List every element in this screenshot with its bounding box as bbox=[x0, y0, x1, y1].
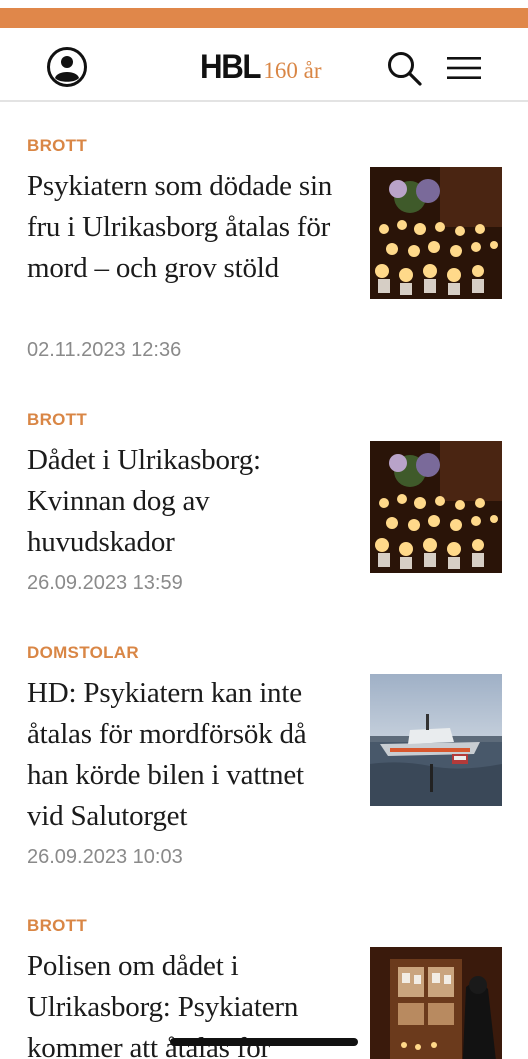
article-thumbnail[interactable] bbox=[370, 674, 502, 806]
article-card[interactable]: BROTT Polisen om dådet i Ulrikasborg: Ps… bbox=[0, 910, 528, 1059]
user-icon bbox=[47, 47, 87, 87]
article-thumbnail[interactable] bbox=[370, 947, 502, 1059]
article-thumbnail[interactable] bbox=[370, 167, 502, 299]
site-header: HBL 160 år bbox=[0, 28, 528, 102]
article-category: DOMSTOLAR bbox=[27, 643, 139, 662]
rescue-boat-image bbox=[370, 674, 502, 806]
article-title[interactable]: Dådet i Ulrikasborg: Kvinnan dog av huvu… bbox=[27, 440, 347, 563]
article-card[interactable]: DOMSTOLAR HD: Psykiatern kan inte åtalas… bbox=[0, 637, 528, 877]
brand-accent-bar bbox=[0, 8, 528, 28]
article-date: 26.09.2023 13:59 bbox=[27, 572, 183, 594]
article-title[interactable]: Psykiatern som dödade sin fru i Ulrikasb… bbox=[27, 166, 347, 289]
article-date: 26.09.2023 10:03 bbox=[27, 846, 183, 868]
site-logo[interactable]: HBL 160 år bbox=[200, 48, 322, 88]
logo-text: HBL bbox=[200, 48, 262, 86]
article-category: BROTT bbox=[27, 410, 88, 429]
search-button[interactable] bbox=[384, 48, 424, 88]
article-card[interactable]: BROTT Psykiatern som dödade sin fru i Ul… bbox=[0, 130, 528, 370]
hamburger-menu-icon bbox=[447, 57, 481, 79]
article-date: 02.11.2023 12:36 bbox=[27, 339, 182, 361]
article-category: BROTT bbox=[27, 916, 88, 935]
status-bar-area bbox=[0, 0, 528, 8]
candles-image bbox=[370, 167, 502, 299]
account-button[interactable] bbox=[46, 46, 88, 88]
candles-image bbox=[370, 441, 502, 573]
article-thumbnail[interactable] bbox=[370, 441, 502, 573]
doorway-image bbox=[370, 947, 502, 1059]
menu-button[interactable] bbox=[444, 52, 484, 84]
logo-anniversary-text: 160 år bbox=[263, 58, 322, 83]
article-title[interactable]: HD: Psykiatern kan inte åtalas för mordf… bbox=[27, 673, 347, 837]
article-category: BROTT bbox=[27, 136, 88, 155]
search-icon bbox=[388, 52, 422, 86]
home-indicator[interactable] bbox=[170, 1038, 358, 1046]
article-card[interactable]: BROTT Dådet i Ulrikasborg: Kvinnan dog a… bbox=[0, 404, 528, 604]
